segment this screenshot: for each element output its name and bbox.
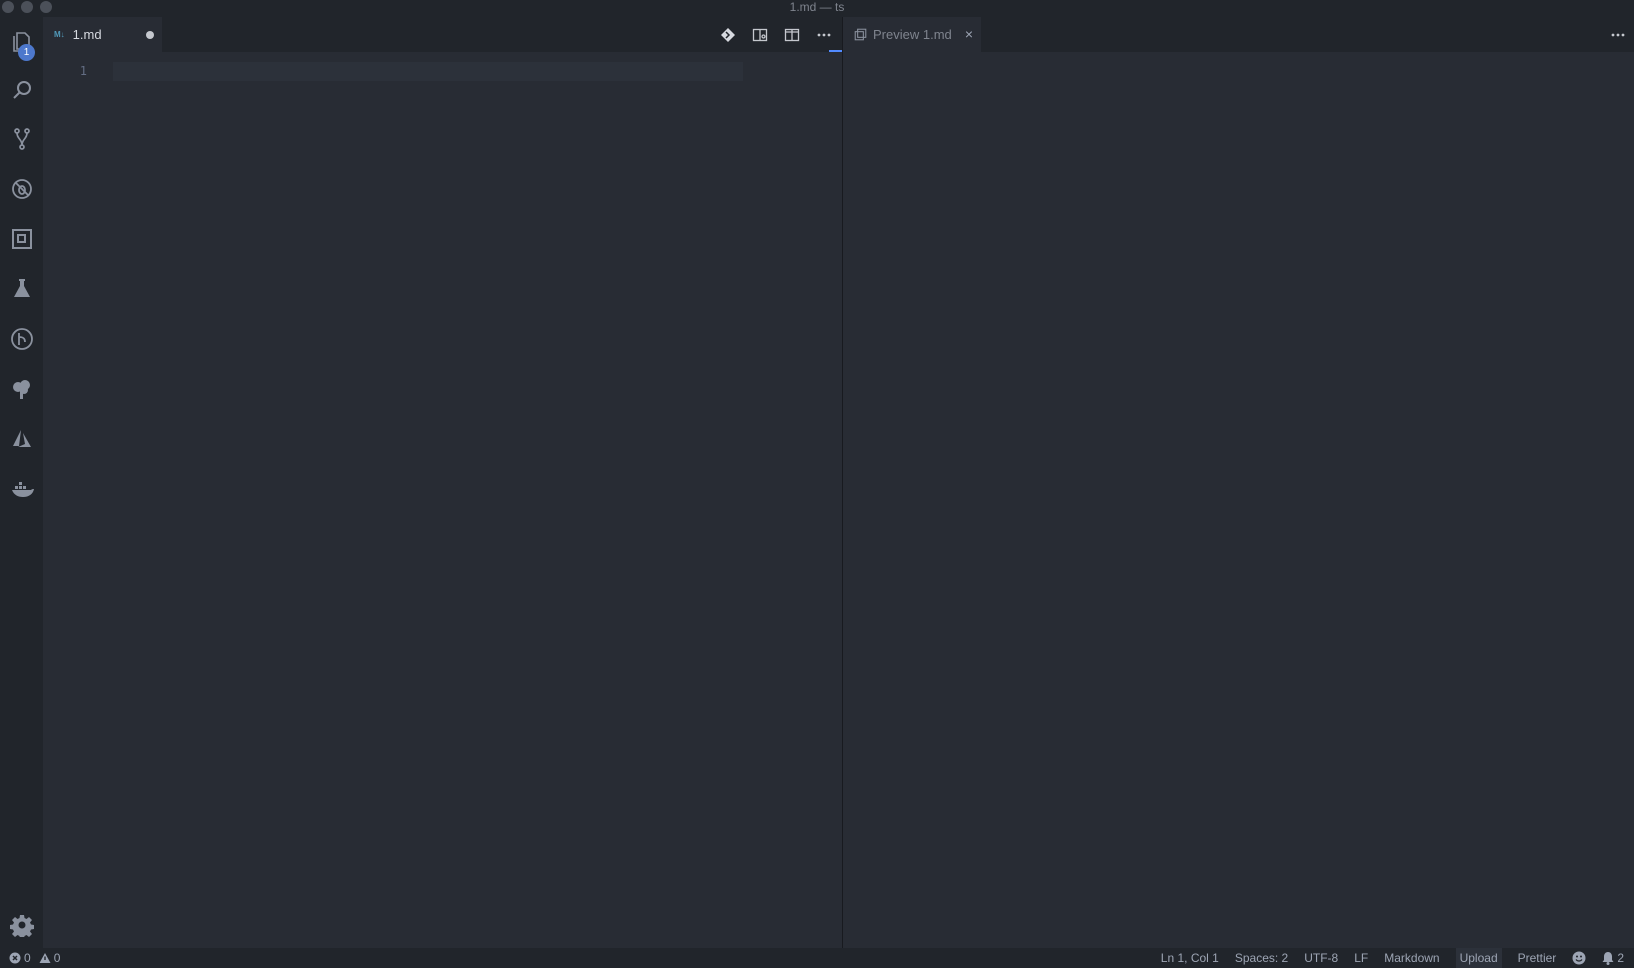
language-mode[interactable]: Markdown — [1384, 951, 1439, 965]
activity-bar: 1 — [0, 17, 43, 948]
open-preview-to-side-icon — [752, 28, 768, 41]
activity-gitlens[interactable] — [0, 317, 43, 361]
status-right: Ln 1, Col 1 Spaces: 2 UTF-8 LF Markdown … — [1161, 948, 1624, 968]
active-group-indicator — [829, 50, 842, 52]
close-tab-icon[interactable]: × — [965, 27, 973, 41]
notifications-button[interactable]: 2 — [1602, 951, 1624, 965]
explorer-badge: 1 — [18, 44, 35, 61]
bell-icon — [1602, 951, 1614, 965]
activity-search[interactable] — [0, 68, 43, 112]
tab-preview-1-md[interactable]: Preview 1.md × — [843, 17, 981, 52]
right-editor-group: Preview 1.md × — [843, 17, 1634, 948]
right-editor-actions — [1602, 17, 1634, 52]
prettier-status[interactable]: Prettier — [1518, 951, 1557, 965]
left-tab-bar: M↓ 1.md — [43, 17, 842, 52]
activity-source-control[interactable] — [0, 117, 43, 161]
activity-azure[interactable] — [0, 417, 43, 461]
search-icon — [12, 81, 31, 99]
activity-debug[interactable] — [0, 167, 43, 211]
split-editor-icon — [784, 28, 800, 41]
activity-settings[interactable] — [0, 903, 43, 947]
current-line-highlight[interactable] — [113, 62, 743, 81]
tab-label: 1.md — [72, 27, 102, 42]
right-tab-bar: Preview 1.md × — [843, 17, 1634, 52]
encoding-status[interactable]: UTF-8 — [1304, 951, 1338, 965]
line-number: 1 — [79, 64, 87, 78]
gear-icon — [9, 915, 34, 937]
left-editor-group: M↓ 1.md 1 — [43, 17, 842, 948]
status-bar: 0 0 Ln 1, Col 1 Spaces: 2 UTF-8 LF Markd… — [0, 948, 1634, 968]
upload-button[interactable]: Upload — [1455, 948, 1502, 968]
eol-status[interactable]: LF — [1354, 951, 1368, 965]
smiley-icon — [1572, 951, 1586, 965]
errors-status: 0 — [9, 951, 31, 965]
more-actions-button[interactable] — [1602, 17, 1634, 52]
errors-count: 0 — [24, 951, 31, 965]
window-title: 1.md — ts — [789, 0, 845, 14]
title-bar: 1.md — ts — [0, 0, 1634, 17]
tab-label: Preview 1.md — [873, 27, 952, 42]
more-actions-icon — [1611, 33, 1625, 36]
source-control-icon — [13, 128, 30, 150]
preview-icon — [854, 28, 867, 41]
docker-icon — [11, 482, 34, 497]
feedback-button[interactable] — [1572, 951, 1586, 965]
gitlens-icon — [10, 328, 33, 350]
azure-icon — [12, 430, 31, 447]
extensions-icon — [11, 229, 32, 249]
split-editor-button[interactable] — [776, 17, 808, 52]
open-changes-button[interactable] — [712, 17, 744, 52]
problems-indicator[interactable]: 0 0 — [9, 948, 60, 968]
cursor-position[interactable]: Ln 1, Col 1 — [1161, 951, 1219, 965]
warnings-count: 0 — [53, 951, 61, 965]
left-editor-actions — [712, 17, 840, 52]
tree-icon — [12, 380, 30, 399]
notifications-count: 2 — [1617, 951, 1624, 965]
activity-docker[interactable] — [0, 467, 43, 511]
debug-icon — [11, 179, 32, 199]
unsaved-dot-icon[interactable] — [146, 31, 154, 39]
more-actions-icon — [817, 33, 831, 36]
open-changes-icon — [721, 27, 735, 42]
more-actions-button[interactable] — [808, 17, 840, 52]
markdown-file-icon: M↓ — [54, 30, 65, 39]
test-flask-icon — [13, 279, 30, 297]
warning-icon — [39, 953, 51, 963]
open-preview-to-side-button[interactable] — [744, 17, 776, 52]
tab-1-md[interactable]: M↓ 1.md — [43, 17, 162, 52]
activity-extensions[interactable] — [0, 217, 43, 261]
warnings-status: 0 — [39, 951, 61, 965]
activity-tree[interactable] — [0, 367, 43, 411]
activity-testing[interactable] — [0, 267, 43, 311]
activity-explorer[interactable]: 1 — [0, 20, 43, 64]
error-icon — [9, 952, 21, 964]
indentation-status[interactable]: Spaces: 2 — [1235, 951, 1288, 965]
